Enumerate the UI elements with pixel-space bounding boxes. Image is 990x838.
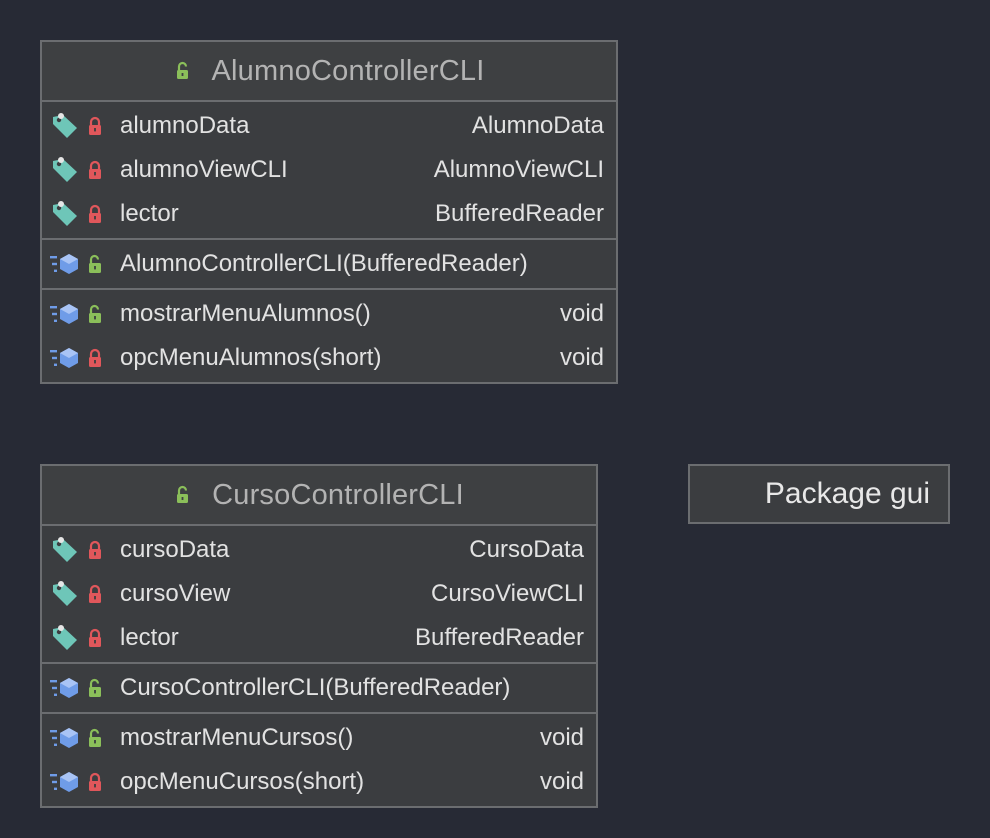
locked-icon <box>82 772 108 792</box>
field-row[interactable]: alumnoData AlumnoData <box>42 104 616 148</box>
methods-compartment: mostrarMenuAlumnos() void opcMenuAlumnos… <box>42 290 616 382</box>
constructor-row[interactable]: CursoControllerCLI(BufferedReader) <box>42 666 596 710</box>
locked-icon <box>82 540 108 560</box>
field-type: AlumnoData <box>471 112 604 139</box>
locked-icon <box>82 584 108 604</box>
field-tag-icon <box>50 625 80 651</box>
class-box-alumnocontrollercli[interactable]: AlumnoControllerCLI alumnoData AlumnoDat… <box>40 40 618 384</box>
class-name: CursoControllerCLI <box>212 478 464 511</box>
field-tag-icon <box>50 113 80 139</box>
unlocked-icon <box>82 254 108 274</box>
class-name: AlumnoControllerCLI <box>211 54 485 87</box>
field-type: CursoViewCLI <box>431 580 584 607</box>
locked-icon <box>82 204 108 224</box>
field-row[interactable]: alumnoViewCLI AlumnoViewCLI <box>42 148 616 192</box>
method-return-type: void <box>539 768 584 795</box>
constructors-compartment: CursoControllerCLI(BufferedReader) <box>42 664 596 714</box>
method-icon <box>50 302 80 326</box>
method-icon <box>50 252 80 276</box>
method-name: opcMenuCursos(short) <box>120 768 365 795</box>
unlocked-icon <box>82 678 108 698</box>
fields-compartment: alumnoData AlumnoData alumnoViewCLI Alum… <box>42 102 616 240</box>
locked-icon <box>82 160 108 180</box>
class-header: CursoControllerCLI <box>42 466 596 526</box>
method-icon <box>50 726 80 750</box>
package-label: Package gui <box>764 477 930 510</box>
field-row[interactable]: lector BufferedReader <box>42 192 616 236</box>
unlocked-icon <box>82 728 108 748</box>
method-name: mostrarMenuAlumnos() <box>120 300 371 327</box>
field-type: BufferedReader <box>434 200 604 227</box>
field-tag-icon <box>50 201 80 227</box>
class-header: AlumnoControllerCLI <box>42 42 616 102</box>
field-tag-icon <box>50 537 80 563</box>
field-type: CursoData <box>469 536 584 563</box>
constructor-row[interactable]: AlumnoControllerCLI(BufferedReader) <box>42 242 616 286</box>
fields-compartment: cursoData CursoData cursoView CursoViewC… <box>42 526 596 664</box>
field-name: cursoView <box>120 580 231 607</box>
locked-icon <box>82 348 108 368</box>
field-row[interactable]: cursoData CursoData <box>42 528 596 572</box>
unlocked-icon <box>82 304 108 324</box>
constructor-name: CursoControllerCLI(BufferedReader) <box>120 674 511 701</box>
method-return-type: void <box>559 300 604 327</box>
class-box-cursocontrollercli[interactable]: CursoControllerCLI cursoData CursoData c… <box>40 464 598 808</box>
unlocked-icon <box>174 485 194 505</box>
field-row[interactable]: lector BufferedReader <box>42 616 596 660</box>
field-type: AlumnoViewCLI <box>433 156 604 183</box>
method-row[interactable]: opcMenuAlumnos(short) void <box>42 336 616 380</box>
field-tag-icon <box>50 581 80 607</box>
package-box[interactable]: Package gui <box>688 464 950 524</box>
field-name: cursoData <box>120 536 230 563</box>
field-name: alumnoData <box>120 112 250 139</box>
constructor-name: AlumnoControllerCLI(BufferedReader) <box>120 250 528 277</box>
field-name: lector <box>120 200 179 227</box>
method-row[interactable]: opcMenuCursos(short) void <box>42 760 596 804</box>
locked-icon <box>82 628 108 648</box>
locked-icon <box>82 116 108 136</box>
constructors-compartment: AlumnoControllerCLI(BufferedReader) <box>42 240 616 290</box>
field-tag-icon <box>50 157 80 183</box>
method-return-type: void <box>559 344 604 371</box>
field-name: alumnoViewCLI <box>120 156 288 183</box>
method-name: opcMenuAlumnos(short) <box>120 344 382 371</box>
field-row[interactable]: cursoView CursoViewCLI <box>42 572 596 616</box>
method-icon <box>50 770 80 794</box>
field-type: BufferedReader <box>414 624 584 651</box>
method-return-type: void <box>539 724 584 751</box>
field-name: lector <box>120 624 179 651</box>
method-icon <box>50 676 80 700</box>
method-name: mostrarMenuCursos() <box>120 724 354 751</box>
method-row[interactable]: mostrarMenuAlumnos() void <box>42 292 616 336</box>
methods-compartment: mostrarMenuCursos() void opcMenuCursos(s… <box>42 714 596 806</box>
method-icon <box>50 346 80 370</box>
unlocked-icon <box>174 61 194 81</box>
method-row[interactable]: mostrarMenuCursos() void <box>42 716 596 760</box>
